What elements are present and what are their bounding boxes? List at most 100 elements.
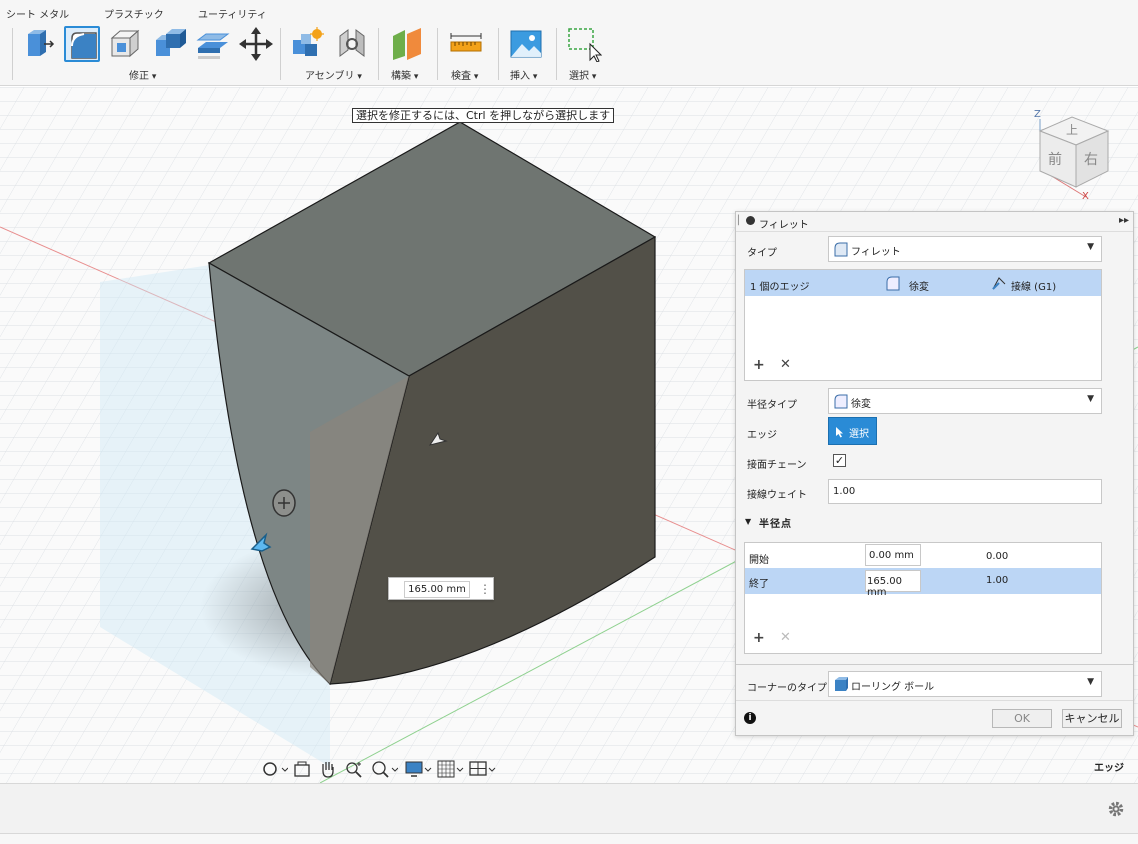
end-point-name: 終了 [749, 579, 769, 590]
tab-plastic[interactable]: プラスチック [104, 6, 164, 21]
fillet-icon[interactable] [64, 26, 100, 62]
add-icon[interactable]: + [753, 357, 765, 373]
remove-point-icon[interactable]: ✕ [780, 630, 791, 645]
ok-button[interactable]: OK [992, 709, 1052, 728]
end-position[interactable]: 1.00 [986, 575, 1008, 586]
press-pull-icon[interactable] [22, 26, 58, 62]
modify-menu[interactable]: 修正 [129, 67, 156, 82]
construct-menu[interactable]: 構築 [391, 67, 418, 82]
separator [556, 28, 557, 80]
edge-selection-list: 1 個のエッジ 徐変 接線 (G1) + ✕ [744, 269, 1102, 381]
grid-settings-icon[interactable] [436, 759, 464, 779]
measure-icon[interactable] [448, 26, 484, 62]
radius-dimension-input[interactable]: 165.00 mm ⋮ [388, 577, 494, 600]
end-point-row[interactable] [745, 568, 1101, 594]
type-label: タイプ [747, 248, 777, 259]
chevron-down-icon: ▼ [1087, 677, 1094, 687]
collapse-icon[interactable] [746, 216, 755, 225]
start-position[interactable]: 0.00 [986, 551, 1008, 562]
insert-menu[interactable]: 挿入 [510, 67, 537, 82]
grip-icon[interactable]: ▏ [738, 216, 745, 226]
select-window-icon[interactable] [566, 26, 602, 62]
tangent-chain-checkbox[interactable]: ✓ [833, 454, 846, 467]
dialog-header: ▏ フィレット ▸▸ [736, 212, 1133, 232]
inspect-menu[interactable]: 検査 [451, 67, 478, 82]
divider [736, 664, 1133, 665]
remove-icon[interactable]: ✕ [780, 357, 791, 372]
edge-label: エッジ [747, 430, 777, 441]
corner-type-value: ローリング ボール [851, 682, 935, 693]
divider [736, 700, 1133, 701]
x-axis-label: X [1082, 191, 1089, 202]
bottom-bar [0, 783, 1138, 833]
cube-face-right[interactable]: 右 [1084, 149, 1098, 169]
start-point-name: 開始 [749, 555, 769, 566]
toolbar-ribbon: シート メタル プラスチック ユーティリティ 修正 ▾ アセンブリ ▾ 構築 ▾… [0, 0, 1138, 86]
tangent-icon [992, 277, 1006, 290]
selection-filter-status: エッジ [1094, 763, 1124, 774]
offset-face-icon[interactable] [195, 26, 231, 62]
section-collapse-icon[interactable]: ▼ [745, 517, 751, 526]
fillet-type-icon [834, 242, 848, 257]
corner-type-dropdown[interactable]: ローリング ボール ▼ [828, 671, 1102, 697]
pan-icon[interactable] [318, 759, 338, 779]
cube-face-front[interactable]: 前 [1048, 149, 1062, 169]
assemble-menu[interactable]: アセンブリ [305, 67, 362, 82]
chevron-down-icon: ▼ [1087, 242, 1094, 252]
select-button-label: 選択 [849, 429, 869, 440]
fillet-dialog: ▏ フィレット ▸▸ タイプ フィレット ▼ 1 個のエッジ 徐変 接線 (G1… [735, 211, 1134, 736]
tangent-weight-input[interactable]: 1.00 [828, 479, 1102, 504]
corner-type-label: コーナーのタイプ [747, 683, 827, 694]
view-cube[interactable]: Z X 上 前 右 [1028, 109, 1118, 209]
cube-face-top[interactable]: 上 [1066, 121, 1078, 138]
insert-image-icon[interactable] [508, 26, 544, 62]
z-axis-label: Z [1034, 109, 1041, 120]
gear-icon[interactable] [1107, 800, 1125, 818]
edge-select-button[interactable]: 選択 [828, 417, 877, 445]
more-options-icon[interactable]: ⋮ [479, 581, 491, 598]
end-radius-input[interactable]: 165.00 mm [865, 570, 921, 598]
variable-radius-icon [834, 394, 848, 409]
radius-type-label: 半径タイプ [747, 400, 797, 411]
tab-sheet-metal[interactable]: シート メタル [6, 6, 69, 21]
radius-points-section[interactable]: 半径点 [759, 515, 792, 530]
orbit-icon[interactable] [260, 759, 288, 779]
add-point-icon[interactable]: + [753, 630, 765, 646]
cancel-button[interactable]: キャンセル [1062, 709, 1122, 728]
type-value: フィレット [851, 247, 901, 258]
end-radius-value: 165.00 mm [867, 576, 902, 598]
tangent-weight-label: 接線ウェイト [747, 490, 807, 501]
joint-icon[interactable] [334, 26, 370, 62]
selection-hint: 選択を修正するには、Ctrl を押しながら選択します [352, 108, 615, 123]
separator [498, 28, 499, 80]
variable-radius-icon [886, 276, 900, 291]
rolling-ball-icon [835, 677, 848, 691]
status-strip [0, 833, 1138, 844]
expand-panel-icon[interactable]: ▸▸ [1119, 215, 1129, 226]
move-icon[interactable] [238, 26, 274, 62]
tangent-weight-value: 1.00 [833, 486, 856, 497]
viewports-icon[interactable] [468, 759, 496, 779]
offset-plane-icon[interactable] [389, 26, 425, 62]
cursor-icon [836, 427, 843, 438]
zoom-window-icon[interactable] [370, 759, 398, 779]
combine-icon[interactable] [152, 26, 188, 62]
tab-utility[interactable]: ユーティリティ [198, 6, 267, 21]
info-icon[interactable]: i [744, 712, 756, 724]
radius-type-value: 徐変 [851, 399, 871, 410]
look-at-icon[interactable] [292, 759, 312, 779]
edge-count: 1 個のエッジ [750, 282, 810, 293]
chevron-down-icon: ▼ [1087, 394, 1094, 404]
shell-icon[interactable] [108, 26, 144, 62]
display-settings-icon[interactable] [404, 759, 432, 779]
start-radius-input[interactable]: 0.00 mm [865, 544, 921, 566]
new-component-icon[interactable] [290, 26, 326, 62]
type-dropdown[interactable]: フィレット ▼ [828, 236, 1102, 262]
radius-point-handle[interactable] [272, 489, 296, 517]
edge-continuity[interactable]: 接線 (G1) [1011, 278, 1056, 293]
edge-radius-type[interactable]: 徐変 [909, 278, 929, 293]
zoom-icon[interactable] [344, 759, 364, 779]
radius-type-dropdown[interactable]: 徐変 ▼ [828, 388, 1102, 414]
select-menu[interactable]: 選択 [569, 67, 596, 82]
dimension-value[interactable]: 165.00 mm [404, 581, 470, 598]
